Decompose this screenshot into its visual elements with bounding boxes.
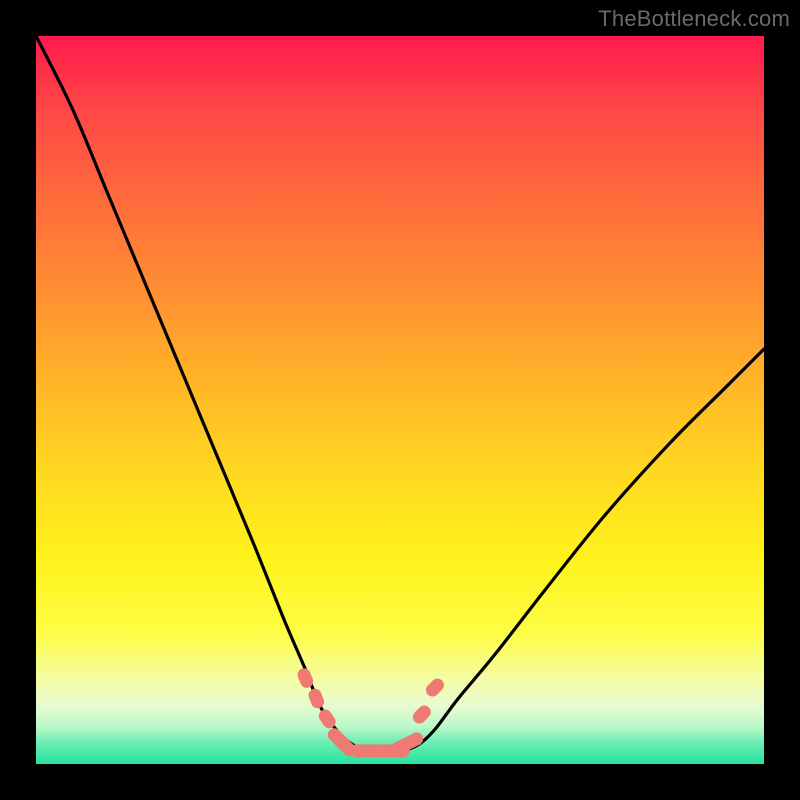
curve-layer bbox=[36, 36, 764, 750]
chart-svg bbox=[36, 36, 764, 764]
curve-marker bbox=[307, 687, 326, 710]
outer-frame: TheBottleneck.com bbox=[0, 0, 800, 800]
marker-layer bbox=[296, 666, 447, 758]
chart-area bbox=[36, 36, 764, 764]
bottleneck-curve bbox=[36, 36, 764, 750]
curve-marker bbox=[410, 703, 433, 726]
curve-marker bbox=[423, 676, 446, 699]
watermark-text: TheBottleneck.com bbox=[598, 6, 790, 32]
